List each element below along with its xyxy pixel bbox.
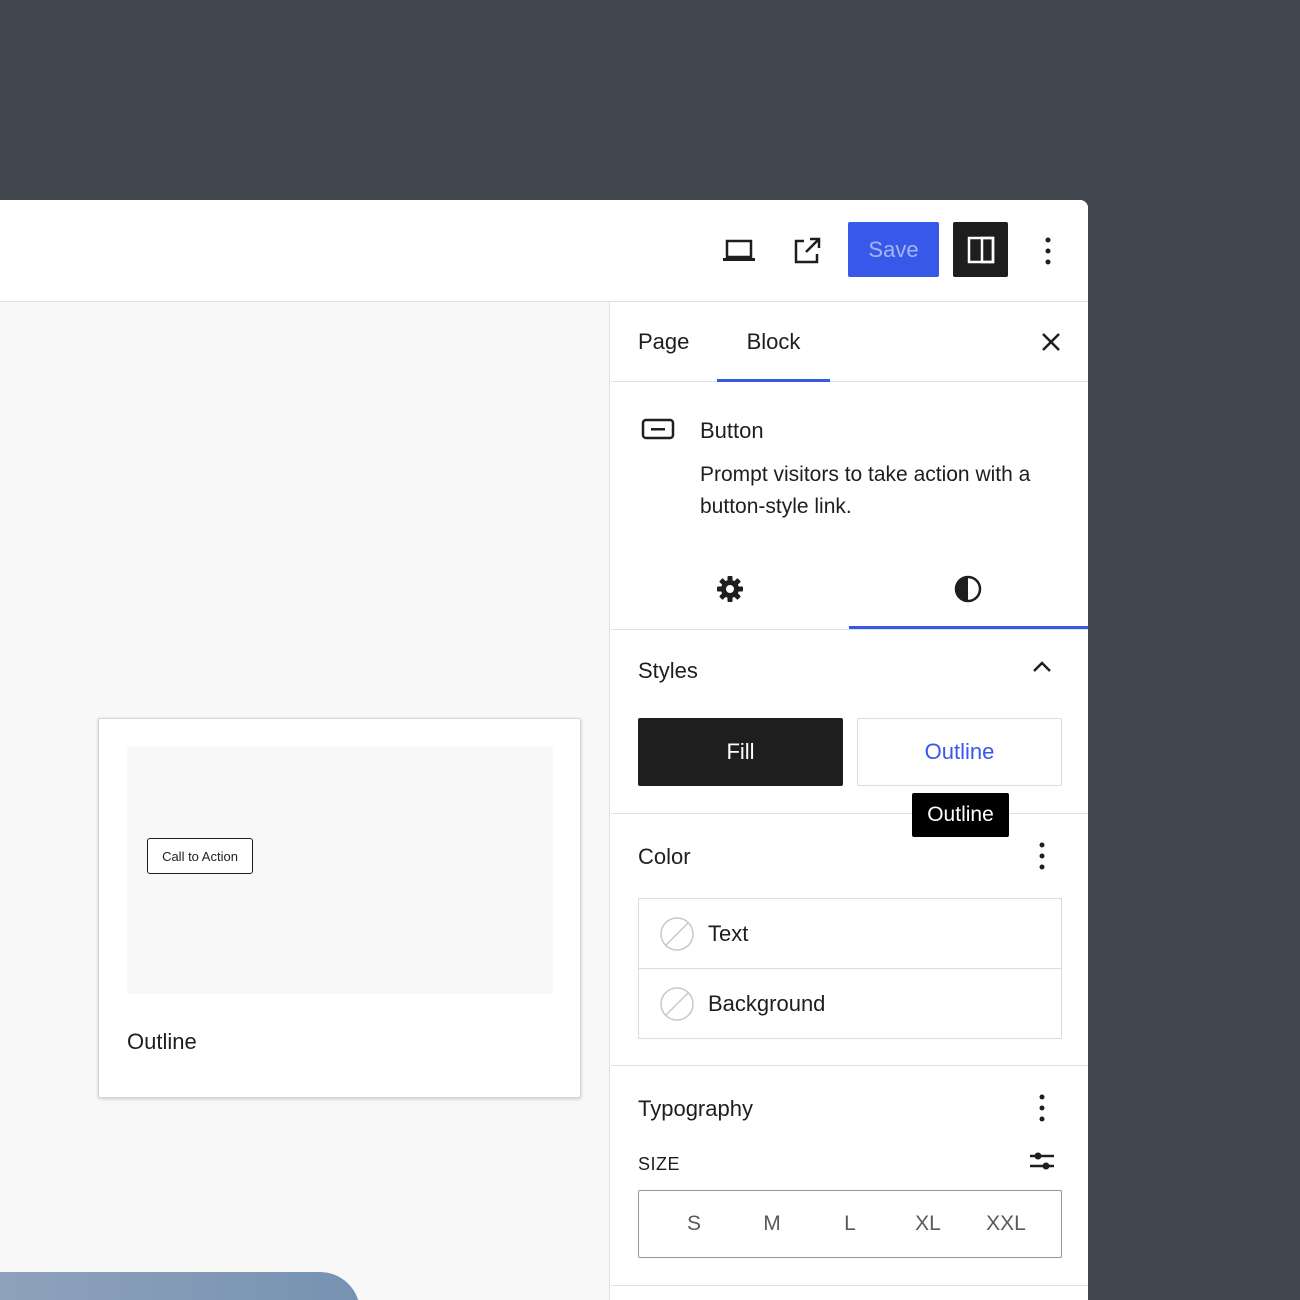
color-item-background[interactable]: Background [639,969,1061,1039]
save-button[interactable]: Save [848,222,939,277]
tab-styles[interactable] [849,550,1087,628]
block-card: Button Prompt visitors to take action wi… [611,382,1088,542]
style-fill-option[interactable]: Fill [638,718,843,786]
styles-panel-title[interactable]: Styles [638,658,698,684]
outline-tooltip: Outline [912,793,1009,837]
sidebar-toggle-icon [967,236,994,263]
color-item-label: Background [708,991,826,1016]
size-option-l[interactable]: L [811,1212,889,1236]
device-preview-button[interactable] [716,228,762,274]
block-inspector-tabs [611,550,1088,630]
custom-size-toggle[interactable] [1027,1146,1057,1176]
color-panel-title[interactable]: Color [638,844,691,870]
external-link-icon [794,237,821,264]
chevron-up-icon [1033,661,1051,672]
button-block-icon [641,418,675,440]
preview-style-label: Outline [127,1029,197,1054]
more-vertical-icon [1039,842,1045,870]
size-option-s[interactable]: S [655,1212,733,1236]
tab-page[interactable]: Page [638,302,689,382]
empty-swatch-icon [660,987,694,1021]
preview-area: Call to Action [127,747,553,994]
empty-swatch-icon [660,917,694,951]
laptop-icon [723,239,755,261]
editor-canvas: Call to Action Outline [0,302,610,1300]
view-page-button[interactable] [784,228,830,274]
style-outline-option[interactable]: Outline [857,718,1062,786]
color-options-button[interactable] [1026,836,1058,876]
background-image-block[interactable] [0,1272,360,1300]
styles-panel: Styles Fill Outline [611,630,1088,814]
settings-sidebar-toggle[interactable] [953,222,1008,277]
active-sub-tab-indicator [849,626,1088,629]
editor-window: Save Call to Action Outline Page Block B… [0,200,1088,1300]
styles-panel-toggle[interactable] [1027,652,1057,682]
typography-panel: Typography SIZE S M L XL XXL [611,1066,1088,1286]
typography-options-button[interactable] [1026,1088,1058,1128]
gear-icon [717,576,743,602]
font-size-picker: S M L XL XXL [638,1190,1062,1258]
more-vertical-icon [1045,237,1051,265]
more-vertical-icon [1039,1094,1045,1122]
settings-sliders-icon [1030,1152,1054,1170]
color-list: Text Background [638,898,1062,1039]
typography-panel-title[interactable]: Typography [638,1096,753,1122]
settings-sidebar: Page Block Button Prompt visitors to tak… [611,302,1088,1300]
color-item-label: Text [708,920,749,946]
block-icon [641,418,675,445]
options-button[interactable] [1028,228,1068,274]
color-item-text[interactable]: Text [639,899,1061,969]
size-option-xxl[interactable]: XXL [967,1212,1045,1236]
block-description: Prompt visitors to take action with a bu… [700,463,1031,518]
color-panel: Color Text Background [611,814,1088,1066]
close-icon [1042,333,1060,351]
call-to-action-button: Call to Action [147,838,253,874]
contrast-icon [954,575,982,603]
top-toolbar: Save [0,200,1088,302]
tab-settings[interactable] [611,550,849,628]
close-sidebar-button[interactable] [1031,322,1071,362]
block-title: Button [700,418,764,443]
size-option-xl[interactable]: XL [889,1212,967,1236]
sidebar-tabs: Page Block [611,302,1088,382]
size-label: SIZE [638,1154,681,1174]
size-option-m[interactable]: M [733,1212,811,1236]
tab-block[interactable]: Block [717,302,830,382]
style-preview-card: Call to Action Outline [98,718,581,1098]
